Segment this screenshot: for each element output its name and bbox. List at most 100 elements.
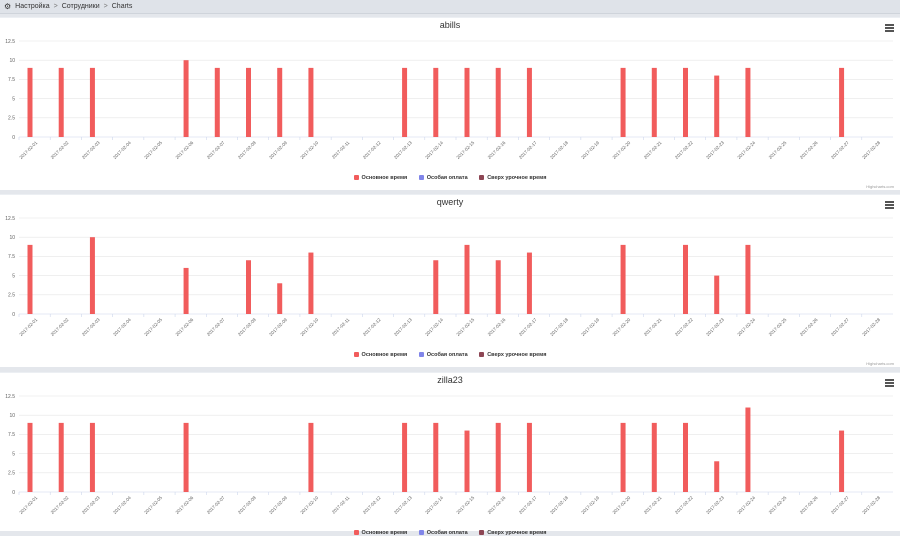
bar [839,67,845,137]
x-tick-label: 2017-02-24 [736,140,756,160]
breadcrumb-item-employees[interactable]: Сотрудники [62,0,100,14]
bar [89,237,95,314]
x-tick-label: 2017-02-16 [487,317,507,337]
bar [27,244,33,314]
y-tick-label: 0 [12,312,15,318]
bar [464,67,470,137]
x-tick-label: 2017-02-03 [81,140,101,160]
x-tick-label: 2017-02-05 [143,317,163,337]
x-tick-label: 2017-02-20 [612,317,632,337]
x-tick-label: 2017-02-26 [799,140,819,160]
legend-item-special-pay[interactable]: Особая оплата [418,530,468,536]
chart-legend: Основное время Особая оплата Сверх урочн… [0,352,900,358]
legend-item-main-time[interactable]: Основное время [353,352,407,358]
x-tick-label: 2017-02-17 [518,495,538,515]
x-tick-label: 2017-02-12 [362,317,382,337]
bar [89,422,95,492]
x-tick-label: 2017-02-20 [612,140,632,160]
bar [683,422,688,492]
x-tick-label: 2017-02-22 [674,317,694,337]
x-tick-label: 2017-02-10 [299,495,319,515]
x-tick-label: 2017-02-12 [362,140,382,160]
x-tick-label: 2017-02-16 [487,495,507,515]
x-tick-label: 2017-02-23 [705,495,725,515]
x-tick-label: 2017-02-19 [580,495,600,515]
bar [651,67,657,137]
x-tick-label: 2017-02-27 [830,495,850,515]
x-tick-label: 2017-02-25 [768,140,788,160]
bar [526,67,532,137]
x-tick-label: 2017-02-28 [861,317,881,337]
y-tick-label: 2.5 [8,293,15,299]
legend-symbol [479,530,485,536]
bar [495,422,501,492]
legend-symbol [418,530,424,536]
legend-symbol [418,352,424,358]
bar [246,67,251,137]
x-tick-label: 2017-02-04 [112,140,132,160]
bar [714,75,720,137]
x-tick-label: 2017-02-11 [331,495,351,515]
bar [464,244,470,314]
x-tick-label: 2017-02-26 [799,317,819,337]
x-tick-label: 2017-02-08 [237,317,257,337]
legend-label: Основное время [361,530,408,536]
x-tick-label: 2017-02-04 [112,317,132,337]
x-tick-label: 2017-02-21 [643,495,663,515]
chart-legend: Основное время Особая оплата Сверх урочн… [0,175,900,181]
x-tick-label: 2017-02-06 [175,140,195,160]
x-tick-label: 2017-02-12 [362,495,382,515]
legend-label: Основное время [361,175,408,181]
y-tick-label: 7.5 [8,77,15,83]
bar [402,422,408,492]
legend-item-overtime[interactable]: Сверх урочное время [479,352,546,358]
bar [308,252,314,314]
breadcrumb-item-settings[interactable]: Настройка [15,0,49,14]
x-tick-label: 2017-02-23 [705,140,725,160]
x-tick-label: 2017-02-14 [424,140,444,160]
bar [745,67,751,137]
legend-item-main-time[interactable]: Основное время [353,175,408,181]
breadcrumb-item-charts: Charts [111,2,133,10]
legend-symbol [353,352,359,358]
legend-item-overtime[interactable]: Сверх урочное время [479,530,546,536]
breadcrumb: ⚙ Настройка > Сотрудники > Charts [0,0,900,14]
y-tick-label: 12.5 [5,39,15,45]
credits-link[interactable]: Highcharts.com [866,184,894,189]
x-tick-label: 2017-02-02 [50,495,70,515]
y-tick-label: 12.5 [5,216,15,222]
bar [526,422,532,492]
x-tick-label: 2017-02-06 [175,495,195,515]
x-tick-label: 2017-02-22 [674,140,694,160]
bar [308,422,314,492]
legend-label: Сверх урочное время [487,175,547,181]
y-tick-label: 0 [12,135,15,141]
legend-item-special-pay[interactable]: Особая оплата [418,352,468,358]
chart-plot: 0 2.5 5 7.5 10 12.5 2017-02-01 2017-02-02 2017-0… [5,394,893,515]
legend-label: Особая оплата [426,352,468,358]
x-tick-label: 2017-02-15 [455,140,475,160]
x-tick-label: 2017-02-21 [643,140,663,160]
bar [620,422,626,492]
x-tick-label: 2017-02-11 [331,140,351,160]
gear-icon: ⚙ [4,1,12,11]
legend-item-overtime[interactable]: Сверх урочное время [479,175,546,181]
bar [620,244,626,314]
legend-item-main-time[interactable]: Основное время [353,530,408,536]
chart-panel-zilla23: zilla23 0 2.5 5 7.5 10 12.5 2017-02-01 2017-02-… [0,372,900,536]
legend-item-special-pay[interactable]: Особая оплата [418,175,468,181]
breadcrumb-separator: > [103,2,108,10]
credits-link[interactable]: Highcharts.com [866,361,894,366]
x-tick-label: 2017-02-04 [112,495,132,515]
legend-symbol [479,352,485,358]
x-tick-label: 2017-02-06 [175,317,195,337]
x-tick-label: 2017-02-22 [674,495,694,515]
chart-legend: Основное время Особая оплата Сверх урочн… [0,530,900,536]
bar [89,67,95,137]
x-tick-label: 2017-02-18 [549,140,569,160]
bar [214,67,220,137]
x-tick-label: 2017-02-07 [206,317,226,337]
x-tick-label: 2017-02-10 [299,140,319,160]
y-tick-label: 10 [9,413,15,419]
x-tick-label: 2017-02-14 [424,495,444,515]
